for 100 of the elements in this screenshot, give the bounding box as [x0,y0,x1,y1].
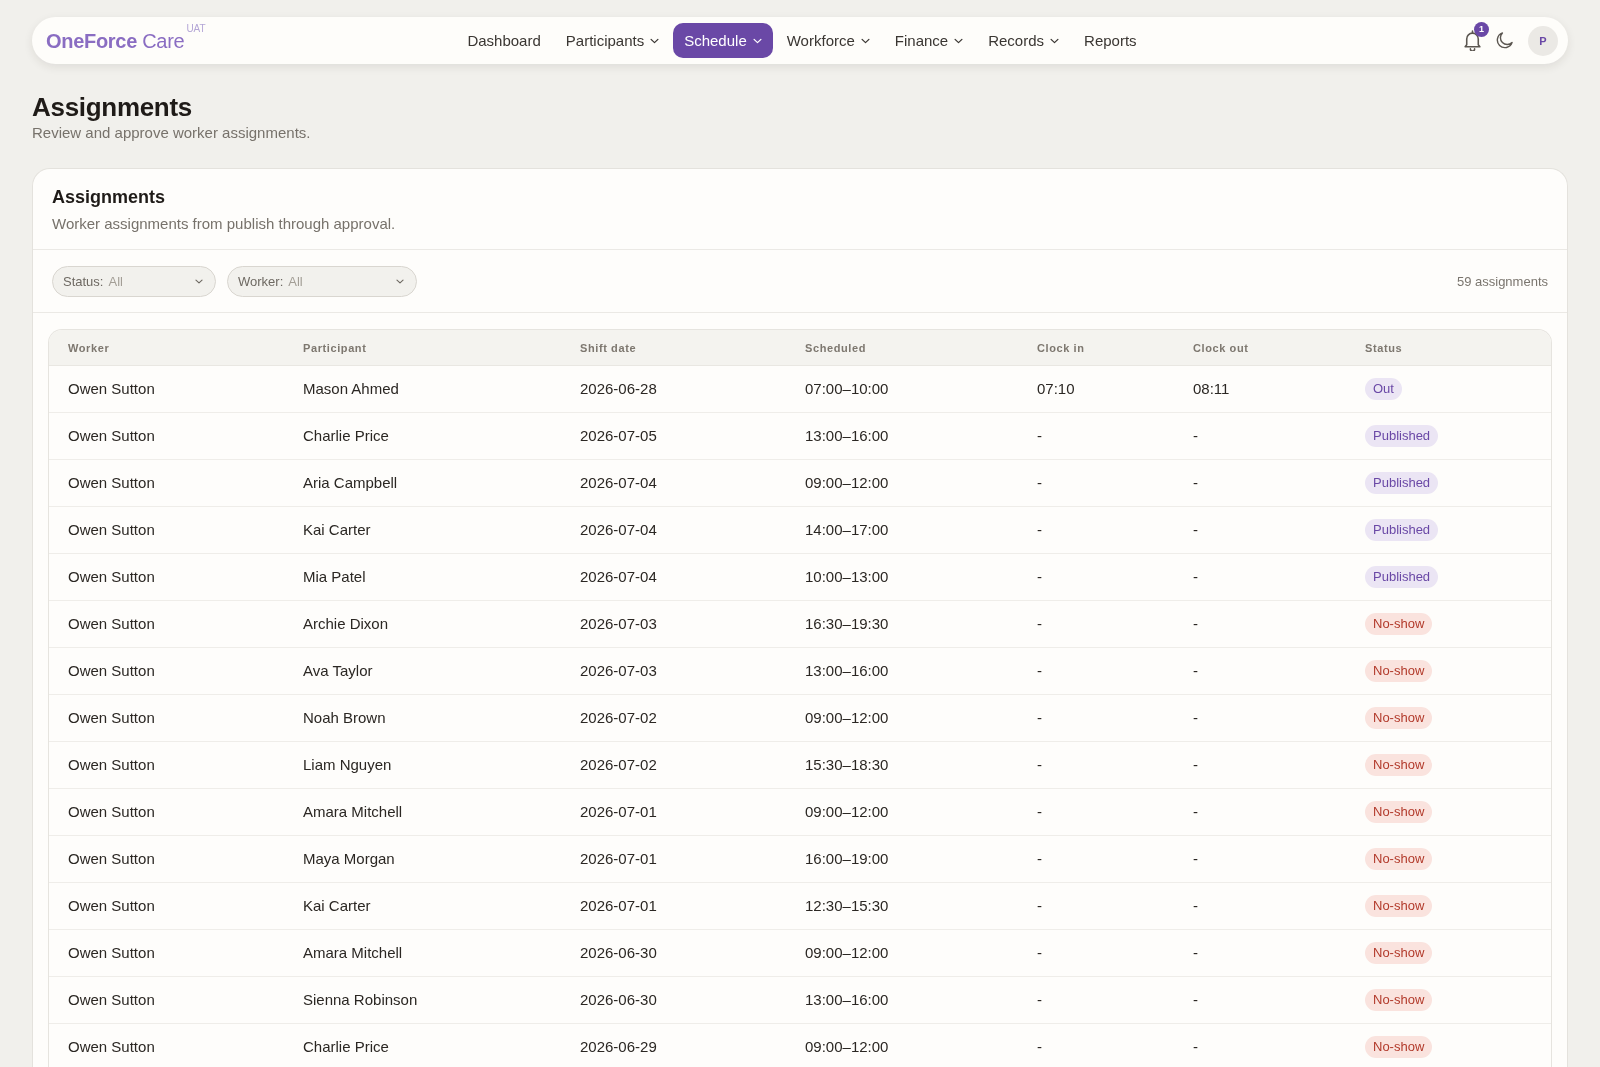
app-logo[interactable]: OneForce Care [46,28,185,53]
column-header: Worker [68,340,111,355]
table-cell-text: Owen Sutton [68,944,156,962]
table-cell-text: Owen Sutton [68,568,156,586]
nav-link[interactable]: Participants [554,23,671,58]
bell-icon[interactable] [1464,30,1481,51]
table-cell-text: Owen Sutton [68,850,156,868]
column-header: Status [1365,340,1404,355]
table-cell-text: - [1037,615,1043,633]
table-cell-text: - [1193,944,1199,962]
table-cell-text: - [1037,756,1043,774]
table-cell-text: - [1193,991,1199,1009]
filter-select[interactable]: Status: All [52,265,216,297]
table-cell-text: - [1037,568,1043,586]
table-cell-text: Owen Sutton [68,615,156,633]
table-cell-text: - [1037,427,1043,445]
status-badge: No-show [1365,942,1433,964]
table-cell-text: - [1193,897,1199,915]
page-subtitle: Review and approve worker assignments. [32,123,312,143]
status-badge: Published [1365,519,1439,541]
environment-tag: UAT [186,22,206,34]
table-cell-text: Owen Sutton [68,803,156,821]
notification-count: 1 [1474,22,1489,37]
table-cell-text: 2026-07-03 [580,662,658,680]
table-cell-text: 15:30–18:30 [805,756,890,774]
status-badge: No-show [1365,660,1433,682]
table-cell-text: Mia Patel [303,568,367,586]
table-cell-text: - [1037,944,1043,962]
table-cell-text: 2026-07-01 [580,850,658,868]
table-cell-text: - [1193,709,1199,727]
table-cell-text: 16:00–19:00 [805,850,890,868]
table-cell-text: - [1193,521,1199,539]
status-badge: Published [1365,425,1439,447]
table-cell-text: - [1193,427,1199,445]
card-subtitle: Worker assignments from publish through approval. [52,214,397,234]
table-cell-text: - [1037,521,1043,539]
table-cell-text: 09:00–12:00 [805,474,890,492]
nav-link[interactable]: Reports [1073,23,1148,58]
table-cell-text: - [1037,709,1043,727]
table-cell-text: Owen Sutton [68,427,156,445]
table-cell-text: - [1037,474,1043,492]
table-cell-text: - [1037,662,1043,680]
table-cell-text: 2026-07-02 [580,756,658,774]
status-badge: No-show [1365,848,1433,870]
table-cell-text: Aria Campbell [303,474,399,492]
column-header: Scheduled [805,340,868,355]
table-cell-text: Owen Sutton [68,756,156,774]
table-cell-text: Noah Brown [303,709,387,727]
status-badge: No-show [1365,754,1433,776]
table-cell-text: Mason Ahmed [303,380,400,398]
table-cell-text: 2026-06-30 [580,944,658,962]
status-badge: No-show [1365,707,1433,729]
table-cell-text: - [1037,850,1043,868]
table-cell-text: 12:30–15:30 [805,897,890,915]
table-cell-text: - [1193,662,1199,680]
table-cell-text: Owen Sutton [68,474,156,492]
nav-link[interactable]: Schedule [673,23,773,58]
table-cell-text: 2026-07-04 [580,521,658,539]
table-cell-text: Archie Dixon [303,615,390,633]
table-cell-text: 16:30–19:30 [805,615,890,633]
table-cell-text: Charlie Price [303,1038,390,1056]
table-cell-text: Owen Sutton [68,521,156,539]
status-badge: No-show [1365,613,1433,635]
status-badge: Published [1365,566,1439,588]
table-cell-text: - [1193,756,1199,774]
table-cell-text: 07:00–10:00 [805,380,890,398]
status-badge: No-show [1365,1036,1433,1058]
table-cell-text: 13:00–16:00 [805,662,890,680]
moon-icon[interactable] [1496,32,1513,49]
nav-link[interactable]: Workforce [775,23,881,58]
status-badge: Published [1365,472,1439,494]
table-cell-text: Amara Mitchell [303,803,404,821]
table-cell-text: 2026-07-01 [580,897,658,915]
status-badge: No-show [1365,801,1433,823]
table-cell-text: - [1193,615,1199,633]
table-cell-text: Owen Sutton [68,380,156,398]
page-title: Assignments [32,91,193,123]
table-cell-text: Owen Sutton [68,991,156,1009]
table-cell-text: 2026-06-28 [580,380,658,398]
nav-link[interactable]: Finance [883,23,975,58]
table-cell-text: 09:00–12:00 [805,709,890,727]
table-cell-text: Owen Sutton [68,709,156,727]
table-cell-text: 2026-07-04 [580,474,658,492]
nav-link[interactable]: Dashboard [456,23,552,58]
nav-link[interactable]: Records [977,23,1071,58]
table-cell-text: Charlie Price [303,427,390,445]
filter-select[interactable]: Worker: All [227,265,417,297]
column-header: Clock in [1037,340,1086,355]
avatar-button[interactable]: P [1528,25,1558,56]
card-title: Assignments [52,186,167,209]
table-cell-text: - [1037,803,1043,821]
table-cell-text: 13:00–16:00 [805,991,890,1009]
column-header: Clock out [1193,340,1250,355]
table-cell-text: - [1193,803,1199,821]
table-cell-text: 08:11 [1193,380,1231,398]
chevron-down-icon [396,278,404,284]
table-cell-text: - [1193,568,1199,586]
status-badge: No-show [1365,895,1433,917]
table-cell-text: 2026-07-02 [580,709,658,727]
table-cell-text: 2026-06-30 [580,991,658,1009]
